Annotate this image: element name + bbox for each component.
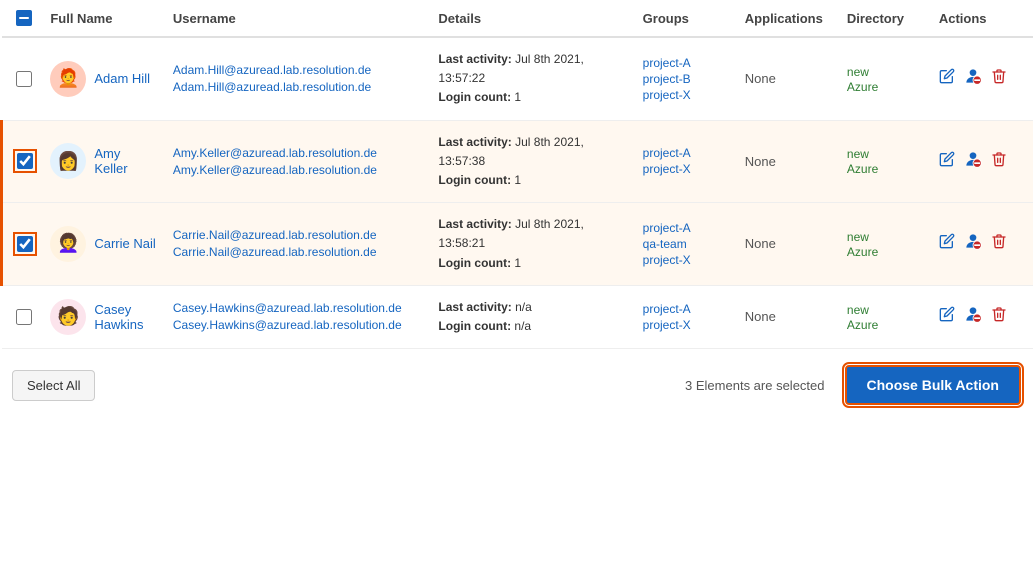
row-checkbox-casey-hawkins[interactable]	[14, 309, 35, 325]
avatar: 👩	[50, 143, 86, 179]
main-container: Full Name Username Details Groups Applic…	[0, 0, 1033, 580]
user-details: Last activity: Jul 8th 2021, 13:58:21Log…	[430, 203, 634, 286]
edit-icon[interactable]	[939, 68, 955, 89]
col-header-fullname: Full Name	[42, 0, 165, 37]
col-header-actions: Actions	[931, 0, 1033, 37]
group-link[interactable]: project-X	[643, 253, 729, 267]
table-row: 🧑‍🦰 Adam Hill Adam.Hill@azuread.lab.resolu…	[2, 37, 1033, 120]
group-link[interactable]: project-X	[643, 318, 729, 332]
delete-icon[interactable]	[991, 68, 1007, 89]
block-user-icon[interactable]	[963, 66, 983, 91]
avatar: 🧑	[50, 299, 86, 335]
group-link[interactable]: project-B	[643, 72, 729, 86]
user-email-primary[interactable]: Amy.Keller@azuread.lab.resolution.de	[173, 146, 423, 160]
user-actions	[939, 149, 1025, 174]
user-applications: None	[737, 120, 839, 203]
group-link[interactable]: project-X	[643, 88, 729, 102]
col-header-groups: Groups	[635, 0, 737, 37]
user-email-secondary[interactable]: Carrie.Nail@azuread.lab.resolution.de	[173, 245, 423, 259]
footer: Select All 3 Elements are selected Choos…	[0, 349, 1033, 417]
user-email-primary[interactable]: Casey.Hawkins@azuread.lab.resolution.de	[173, 301, 423, 315]
group-link[interactable]: project-X	[643, 162, 729, 176]
select-all-button[interactable]: Select All	[12, 370, 95, 401]
user-groups: project-A project-X	[643, 302, 729, 332]
user-directory: newAzure	[839, 285, 931, 348]
user-applications: None	[737, 203, 839, 286]
user-actions	[939, 66, 1025, 91]
group-link[interactable]: project-A	[643, 221, 729, 235]
user-name-link[interactable]: Casey Hawkins	[94, 302, 157, 332]
user-email-primary[interactable]: Carrie.Nail@azuread.lab.resolution.de	[173, 228, 423, 242]
user-actions	[939, 304, 1025, 329]
col-header-applications: Applications	[737, 0, 839, 37]
block-user-icon[interactable]	[963, 304, 983, 329]
edit-icon[interactable]	[939, 306, 955, 327]
users-table: Full Name Username Details Groups Applic…	[0, 0, 1033, 349]
elements-selected-count: 3 Elements are selected	[685, 378, 824, 393]
directory-link[interactable]: newAzure	[847, 303, 878, 332]
bulk-action-button[interactable]: Choose Bulk Action	[845, 365, 1022, 405]
group-link[interactable]: project-A	[643, 56, 729, 70]
user-directory: newAzure	[839, 37, 931, 120]
user-email-secondary[interactable]: Adam.Hill@azuread.lab.resolution.de	[173, 80, 423, 94]
avatar: 👩‍🦱	[50, 226, 86, 262]
edit-icon[interactable]	[939, 151, 955, 172]
user-details: Last activity: Jul 8th 2021, 13:57:38Log…	[430, 120, 634, 203]
block-user-icon[interactable]	[963, 149, 983, 174]
user-directory: newAzure	[839, 120, 931, 203]
table-row: 👩 Amy Keller Amy.Keller@azuread.lab.resolu…	[2, 120, 1033, 203]
directory-link[interactable]: newAzure	[847, 147, 878, 176]
user-name-link[interactable]: Amy Keller	[94, 146, 157, 176]
row-checkbox-amy-keller[interactable]	[15, 153, 34, 169]
select-all-header-checkbox[interactable]	[14, 10, 35, 26]
edit-icon[interactable]	[939, 233, 955, 254]
avatar: 🧑‍🦰	[50, 61, 86, 97]
table-row: 🧑 Casey Hawkins Casey.Hawkins@azuread.lab.…	[2, 285, 1033, 348]
user-email-secondary[interactable]: Amy.Keller@azuread.lab.resolution.de	[173, 163, 423, 177]
footer-right: 3 Elements are selected Choose Bulk Acti…	[685, 365, 1021, 405]
group-link[interactable]: qa-team	[643, 237, 729, 251]
delete-icon[interactable]	[991, 233, 1007, 254]
row-checkbox-carrie-nail[interactable]	[15, 236, 34, 252]
user-email-secondary[interactable]: Casey.Hawkins@azuread.lab.resolution.de	[173, 318, 423, 332]
user-name-link[interactable]: Adam Hill	[94, 71, 150, 86]
user-applications: None	[737, 285, 839, 348]
user-name-link[interactable]: Carrie Nail	[94, 236, 155, 251]
col-header-username: Username	[165, 0, 431, 37]
user-groups: project-A project-B project-X	[643, 56, 729, 102]
user-directory: newAzure	[839, 203, 931, 286]
directory-link[interactable]: newAzure	[847, 230, 878, 259]
user-email-primary[interactable]: Adam.Hill@azuread.lab.resolution.de	[173, 63, 423, 77]
group-link[interactable]: project-A	[643, 146, 729, 160]
group-link[interactable]: project-A	[643, 302, 729, 316]
user-actions	[939, 231, 1025, 256]
user-groups: project-A project-X	[643, 146, 729, 176]
delete-icon[interactable]	[991, 306, 1007, 327]
block-user-icon[interactable]	[963, 231, 983, 256]
user-details: Last activity: n/aLogin count: n/a	[430, 285, 634, 348]
directory-link[interactable]: newAzure	[847, 65, 878, 94]
user-details: Last activity: Jul 8th 2021, 13:57:22Log…	[430, 37, 634, 120]
delete-icon[interactable]	[991, 151, 1007, 172]
row-checkbox-adam-hill[interactable]	[14, 71, 35, 87]
col-header-directory: Directory	[839, 0, 931, 37]
user-groups: project-A qa-team project-X	[643, 221, 729, 267]
user-applications: None	[737, 37, 839, 120]
table-row: 👩‍🦱 Carrie Nail Carrie.Nail@azuread.lab.re…	[2, 203, 1033, 286]
col-header-details: Details	[430, 0, 634, 37]
